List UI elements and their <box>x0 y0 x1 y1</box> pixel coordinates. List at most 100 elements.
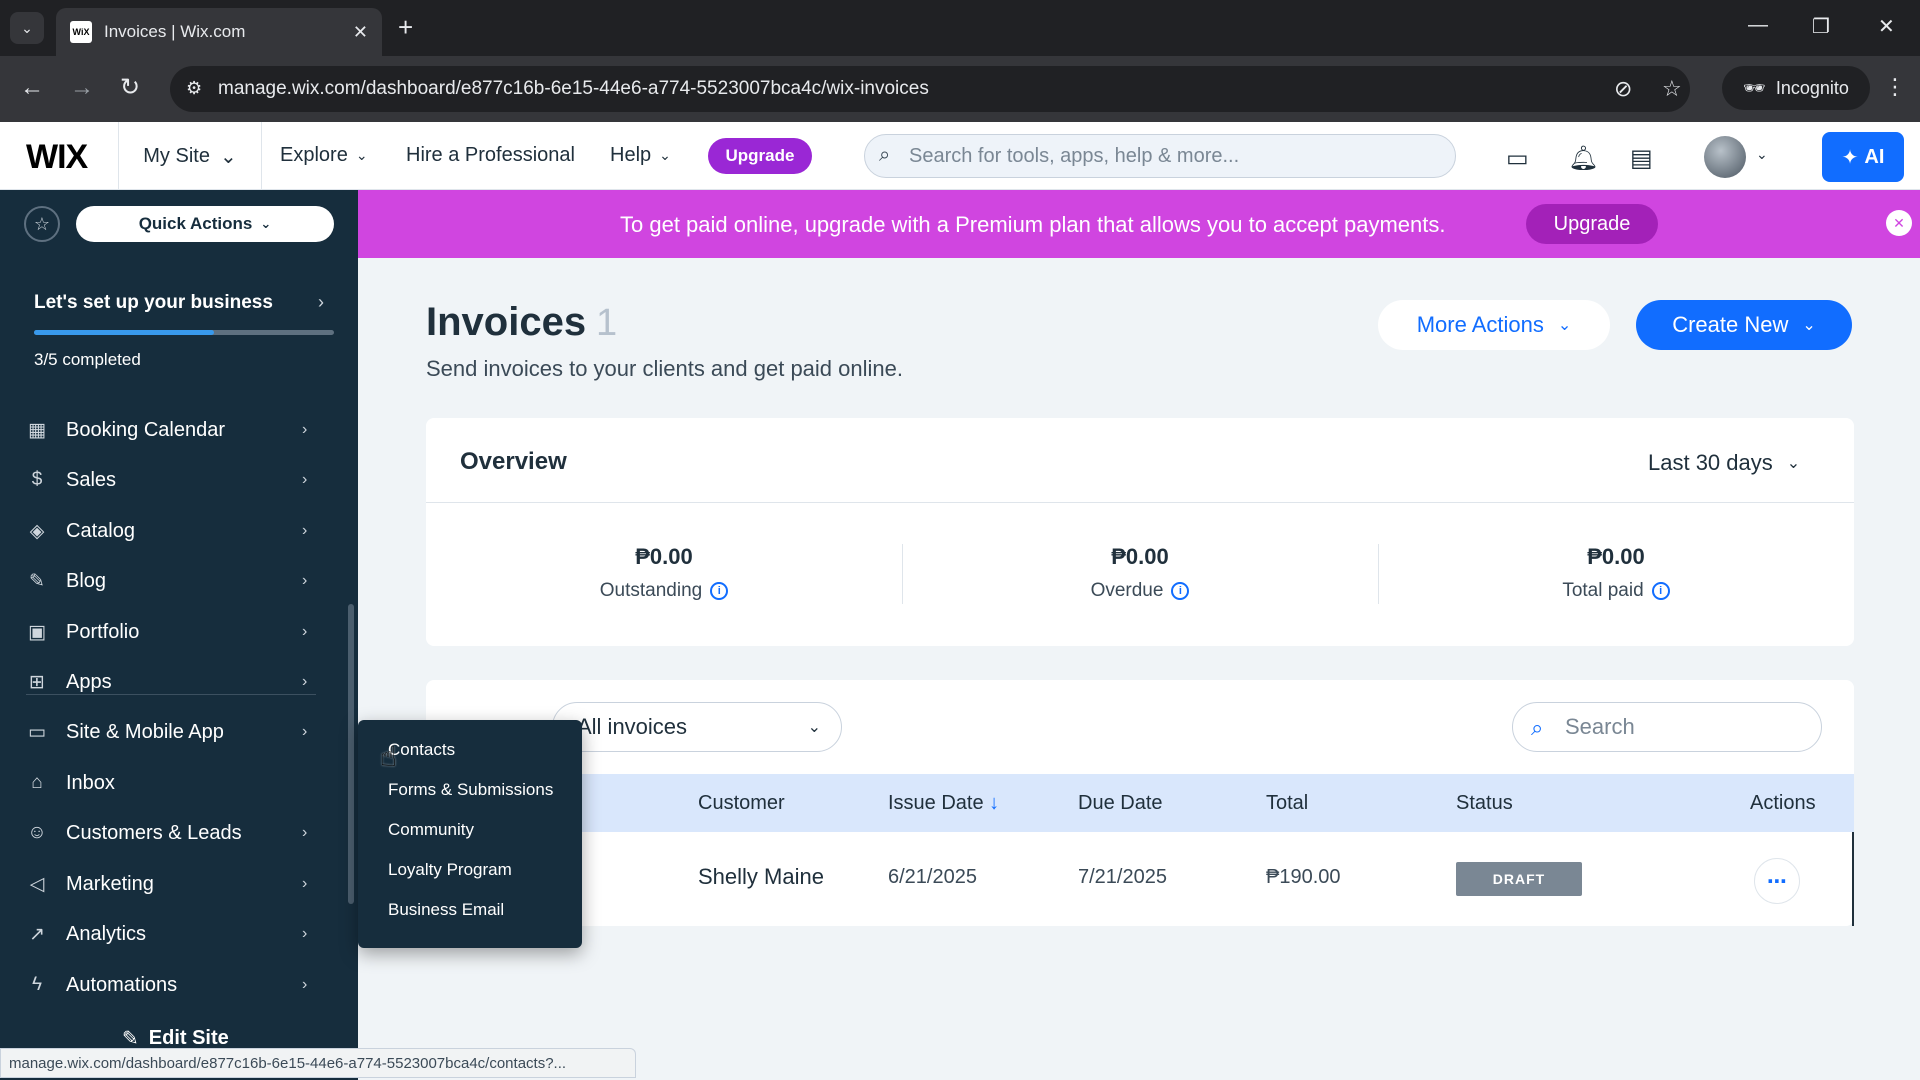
sidebar-item-label: Catalog <box>66 519 135 542</box>
explore-menu[interactable]: Explore ⌄ <box>280 144 368 167</box>
forward-icon[interactable]: → <box>70 74 94 102</box>
search-icon: ⌕ <box>879 144 891 166</box>
sidebar-item-label: Blog <box>66 569 107 592</box>
window-close-icon[interactable]: ✕ <box>1878 14 1895 39</box>
restore-icon[interactable]: ❐ <box>1812 14 1830 39</box>
hand-cursor-icon: ☝ <box>380 741 398 772</box>
sidebar-item-booking-calendar[interactable]: ▦ Booking Calendar › <box>0 406 358 454</box>
address-bar[interactable]: ⚙ manage.wix.com/dashboard/e877c16b-6e15… <box>170 66 1690 112</box>
flyout-item-loyalty-program[interactable]: Loyalty Program <box>358 850 582 890</box>
info-icon[interactable]: i <box>1651 581 1670 600</box>
star-icon[interactable]: ☆ <box>1662 76 1682 102</box>
sidebar-item-sales[interactable]: $ Sales › <box>0 456 358 504</box>
flyout-item-community[interactable]: Community <box>358 810 582 850</box>
chevron-down-icon: ⌄ <box>659 147 671 163</box>
sidebar-item-analytics[interactable]: ↗ Analytics › <box>0 910 358 958</box>
sidebar-scrollbar[interactable] <box>348 604 354 904</box>
metric-label-text: Outstanding <box>599 580 703 601</box>
tab-list-button[interactable]: ⌄ <box>10 12 44 44</box>
sidebar-item-automations[interactable]: ϟ Automations › <box>0 961 358 1009</box>
sidebar-item-site-mobile-app[interactable]: ▭ Site & Mobile App › <box>0 708 358 756</box>
browser-menu-icon[interactable]: ⋮ <box>1884 74 1906 100</box>
chevron-down-icon: ⌄ <box>1802 317 1816 334</box>
chevron-right-icon: › <box>302 723 308 740</box>
date-range-select[interactable]: Last 30 days ⌄ <box>1648 450 1800 476</box>
upgrade-banner: To get paid online, upgrade with a Premi… <box>358 190 1920 258</box>
wix-header: WIX My Site ⌄ Explore ⌄ Hire a Professio… <box>0 122 1920 190</box>
upgrade-button[interactable]: Upgrade <box>708 138 812 174</box>
star-icon[interactable]: ☆ <box>24 206 60 242</box>
chevron-right-icon[interactable]: › <box>318 292 324 313</box>
sidebar-item-marketing[interactable]: ◁ Marketing › <box>0 860 358 908</box>
sidebar-item-apps[interactable]: ⊞ Apps › <box>0 658 358 706</box>
more-options-icon[interactable]: ⋯ <box>1754 858 1800 904</box>
column-header-customer[interactable]: Customer <box>698 792 785 815</box>
bell-icon[interactable]: 🔔︎ <box>1568 144 1598 173</box>
sidebar-item-label: Marketing <box>66 872 154 895</box>
info-icon[interactable]: i <box>1171 581 1190 600</box>
invoice-filter-select[interactable]: All invoices ⌄ <box>552 702 842 752</box>
sidebar-item-catalog[interactable]: ◈ Catalog › <box>0 507 358 555</box>
wix-logo[interactable]: WIX <box>26 138 88 177</box>
sidebar-item-label: Analytics <box>66 922 147 945</box>
table-row[interactable]: 1 Shelly Maine 6/21/2025 7/21/2025 ₱190.… <box>426 832 1854 926</box>
back-icon[interactable]: ← <box>20 74 44 102</box>
table-search-input[interactable]: ⌕ Search <box>1512 702 1822 752</box>
banner-upgrade-button[interactable]: Upgrade <box>1526 204 1658 244</box>
hire-professional-link[interactable]: Hire a Professional <box>406 144 575 167</box>
metric-value: ₱0.00 <box>1587 544 1645 569</box>
minimize-icon[interactable]: — <box>1748 14 1768 37</box>
news-icon[interactable]: ▤ <box>1630 144 1653 173</box>
more-actions-button[interactable]: More Actions ⌄ <box>1378 300 1610 350</box>
flyout-item-forms-submissions[interactable]: Forms & Submissions <box>358 770 582 810</box>
edit-site-label: Edit Site <box>148 1027 229 1049</box>
setup-status: 3/5 completed <box>34 350 141 369</box>
sidebar-item-portfolio[interactable]: ▣ Portfolio › <box>0 608 358 656</box>
column-header-status[interactable]: Status <box>1456 792 1513 815</box>
column-header-total[interactable]: Total <box>1266 792 1308 815</box>
calendar-icon: ▦ <box>28 419 46 441</box>
help-menu[interactable]: Help ⌄ <box>610 144 671 167</box>
ai-button[interactable]: ✦ AI <box>1822 132 1904 182</box>
status-url: manage.wix.com/dashboard/e877c16b-6e15-4… <box>0 1048 636 1078</box>
info-icon[interactable]: i <box>710 581 729 600</box>
sidebar-item-inbox[interactable]: ⌂ Inbox <box>0 759 358 807</box>
bolt-icon: ϟ <box>31 974 43 995</box>
sidebar-item-blog[interactable]: ✎ Blog › <box>0 557 358 605</box>
issue-date: 6/21/2025 <box>888 866 977 888</box>
column-header-actions: Actions <box>1750 792 1816 814</box>
new-tab-button[interactable]: + <box>398 14 413 40</box>
reload-icon[interactable]: ↻ <box>120 74 140 102</box>
sidebar-item-customers-leads[interactable]: ☺ Customers & Leads › <box>0 809 358 857</box>
page-title: Invoices <box>426 300 587 344</box>
avatar[interactable] <box>1704 136 1746 178</box>
create-new-button[interactable]: Create New ⌄ <box>1636 300 1852 350</box>
incognito-icon: 🕶 <box>1743 77 1766 98</box>
chevron-right-icon: › <box>302 976 308 993</box>
search-input[interactable]: ⌕ Search for tools, apps, help & more... <box>864 134 1456 178</box>
incognito-badge[interactable]: 🕶 Incognito <box>1722 66 1870 110</box>
chevron-down-icon[interactable]: ⌄ <box>1756 146 1768 163</box>
sidebar-item-label: Booking Calendar <box>66 418 225 441</box>
my-site-menu[interactable]: My Site ⌄ <box>118 122 262 190</box>
flyout-item-business-email[interactable]: Business Email <box>358 890 582 930</box>
chat-icon[interactable]: ▭ <box>1506 144 1529 173</box>
sidebar-item-label: Apps <box>66 670 112 693</box>
status-badge: DRAFT <box>1456 862 1582 896</box>
close-icon[interactable]: ✕ <box>353 22 368 43</box>
url-text: manage.wix.com/dashboard/e877c16b-6e15-4… <box>218 78 929 99</box>
close-icon[interactable]: ✕ <box>1886 210 1912 236</box>
metric-outstanding: ₱0.00 Outstanding i <box>426 544 902 602</box>
date-range-label: Last 30 days <box>1648 450 1773 475</box>
sidebar-item-label: Site & Mobile App <box>66 720 224 743</box>
site-settings-icon[interactable]: ⚙ <box>186 78 202 99</box>
column-header-issue-date[interactable]: Issue Date ↓ <box>888 792 999 815</box>
quick-actions-button[interactable]: Quick Actions ⌄ <box>76 206 334 242</box>
metric-label-text: Total paid <box>1562 580 1644 601</box>
browser-tab[interactable]: WiX Invoices | Wix.com ✕ <box>56 8 382 56</box>
metric-value: ₱0.00 <box>1111 544 1169 569</box>
browser-toolbar: ← → ↻ ⚙ manage.wix.com/dashboard/e877c16… <box>0 56 1920 122</box>
setup-title[interactable]: Let's set up your business <box>34 292 273 314</box>
column-header-due-date[interactable]: Due Date <box>1078 792 1163 815</box>
eye-off-icon[interactable]: ⊘ <box>1614 76 1632 102</box>
